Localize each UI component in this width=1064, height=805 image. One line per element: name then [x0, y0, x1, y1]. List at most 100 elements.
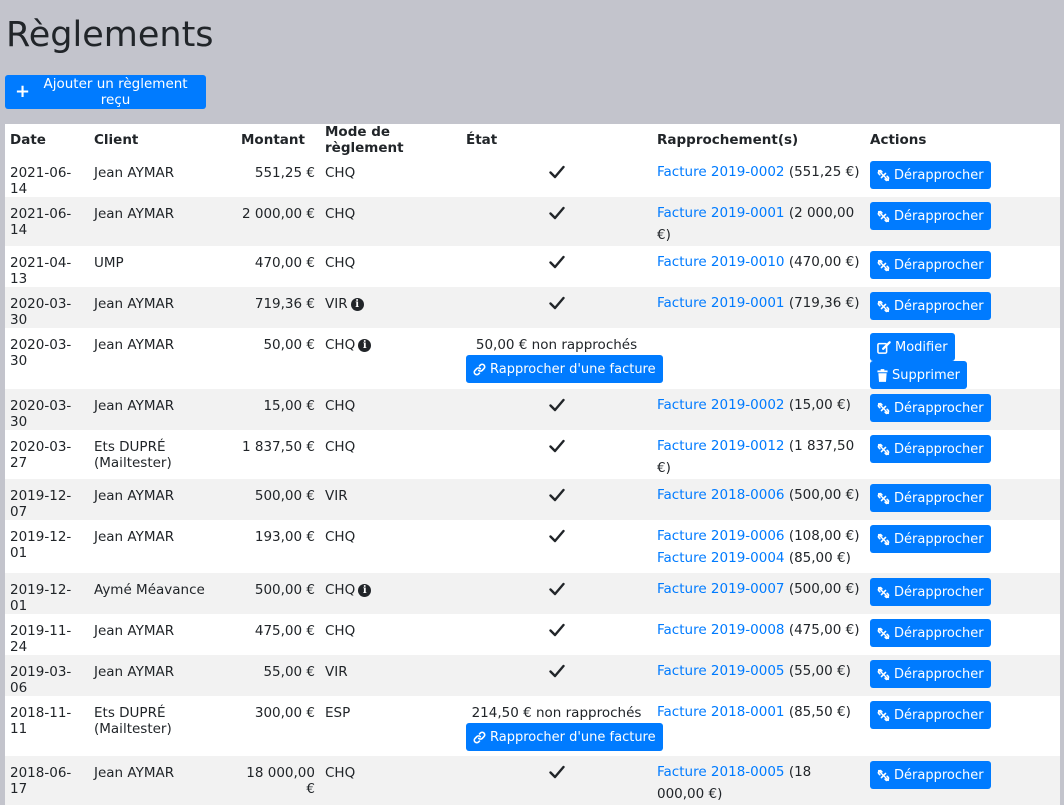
match-invoice-button[interactable]: Rapprocher d'une facture: [466, 355, 663, 383]
unmatch-button[interactable]: Dérapprocher: [870, 701, 991, 729]
invoice-link[interactable]: Facture 2019-0006: [657, 528, 785, 544]
invoice-link[interactable]: Facture 2019-0002: [657, 164, 785, 180]
payment-amount: 50,00 €: [263, 337, 315, 353]
invoice-link[interactable]: Facture 2019-0007: [657, 581, 785, 597]
invoice-link[interactable]: Facture 2019-0004: [657, 550, 785, 566]
payment-mode: CHQ: [325, 439, 356, 455]
invoice-link[interactable]: Facture 2019-0012: [657, 438, 785, 454]
unmatch-button[interactable]: Dérapprocher: [870, 202, 991, 230]
unlink-icon: [877, 627, 890, 640]
date-cell: 2019-12-07: [5, 479, 89, 520]
check-icon: [548, 296, 565, 314]
add-payment-button[interactable]: + Ajouter un règlement reçu: [5, 75, 206, 109]
col-header-client[interactable]: Client: [89, 124, 236, 156]
client-name: Jean AYMAR: [94, 337, 175, 353]
actions-cell: Dérapprocher: [865, 389, 1060, 430]
unmatch-button[interactable]: Dérapprocher: [870, 525, 991, 553]
amount-cell: 719,36 €: [236, 287, 320, 328]
col-header-montant[interactable]: Montant: [236, 124, 320, 156]
payment-date: 2021-06-14: [10, 206, 72, 238]
reconciliation-cell: Facture 2019-0002 (551,25 €): [652, 156, 865, 197]
unmatch-button[interactable]: Dérapprocher: [870, 761, 991, 789]
date-cell: 2021-06-14: [5, 156, 89, 197]
col-header-date[interactable]: Date: [5, 124, 89, 156]
payment-date: 2019-12-01: [10, 582, 72, 614]
col-header-rapprochements: Rapprochement(s): [652, 124, 865, 156]
unmatch-button[interactable]: Dérapprocher: [870, 251, 991, 279]
amount-cell: 475,00 €: [236, 614, 320, 655]
check-icon: [548, 664, 565, 682]
unmatch-button[interactable]: Dérapprocher: [870, 660, 991, 688]
payment-amount: 300,00 €: [254, 705, 315, 721]
check-icon: [548, 165, 565, 183]
client-name: Jean AYMAR: [94, 664, 175, 680]
info-circle-icon[interactable]: i: [358, 339, 372, 352]
client-name: Jean AYMAR: [94, 623, 175, 639]
invoice-amount: (470,00 €): [788, 254, 860, 270]
unlink-icon: [877, 586, 890, 599]
unmatch-button[interactable]: Dérapprocher: [870, 292, 991, 320]
reconciliation-cell: Facture 2019-0005 (55,00 €): [652, 655, 865, 696]
check-icon: [548, 623, 565, 641]
info-circle-icon[interactable]: i: [350, 298, 364, 311]
invoice-link[interactable]: Facture 2019-0001: [657, 205, 785, 221]
mode-cell: CHQ: [320, 197, 461, 246]
invoice-link[interactable]: Facture 2018-0006: [657, 487, 785, 503]
table-row: 2021-04-13 UMP 470,00 € CHQ Facture 2019-001…: [5, 246, 1060, 287]
unlink-icon: [877, 402, 890, 415]
actions-cell: Dérapprocher: [865, 287, 1060, 328]
delete-button[interactable]: Supprimer: [870, 361, 967, 389]
info-circle-icon[interactable]: i: [358, 584, 372, 597]
actions-cell: Dérapprocher: [865, 197, 1060, 246]
state-cell: [461, 246, 652, 287]
col-header-etat[interactable]: État: [461, 124, 652, 156]
state-cell: [461, 573, 652, 614]
match-invoice-button[interactable]: Rapprocher d'une facture: [466, 723, 663, 751]
table-row: 2021-06-14 Jean AYMAR 551,25 € CHQ Facture 2…: [5, 156, 1060, 197]
actions-cell: Dérapprocher: [865, 573, 1060, 614]
unmatch-button[interactable]: Dérapprocher: [870, 435, 991, 463]
invoice-link[interactable]: Facture 2019-0008: [657, 622, 785, 638]
client-name: UMP: [94, 255, 124, 271]
unlink-icon: [877, 492, 890, 505]
unlink-icon: [877, 668, 890, 681]
match-invoice-button-label: Rapprocher d'une facture: [490, 729, 656, 745]
reconciliation-entry: Facture 2019-0002 (551,25 €): [657, 161, 860, 183]
unmatch-button-label: Dérapprocher: [894, 584, 984, 600]
state-cell: [461, 389, 652, 430]
state-cell: [461, 156, 652, 197]
unmatch-button[interactable]: Dérapprocher: [870, 578, 991, 606]
unlink-icon: [877, 769, 890, 782]
unmatch-button[interactable]: Dérapprocher: [870, 394, 991, 422]
invoice-link[interactable]: Facture 2018-0005: [657, 764, 785, 780]
client-name: Jean AYMAR: [94, 529, 175, 545]
client-name: Ets DUPRÉ (Mailtester): [94, 439, 172, 471]
table-row: 2020-03-27 Ets DUPRÉ (Mailtester) 1 837,50…: [5, 430, 1060, 479]
payment-date: 2021-04-13: [10, 255, 72, 287]
edit-button[interactable]: Modifier: [870, 333, 955, 361]
client-name: Jean AYMAR: [94, 488, 175, 504]
table-header-row: Date Client Montant Mode de règlement Ét…: [5, 124, 1060, 156]
invoice-link[interactable]: Facture 2018-0001: [657, 704, 785, 720]
client-name: Aymé Méavance: [94, 582, 205, 598]
payment-mode: VIR: [325, 664, 348, 680]
unmatch-button[interactable]: Dérapprocher: [870, 161, 991, 189]
invoice-link[interactable]: Facture 2019-0005: [657, 663, 785, 679]
invoice-link[interactable]: Facture 2019-0001: [657, 295, 785, 311]
reconciliation-cell: Facture 2018-0005 (18 000,00 €): [652, 756, 865, 805]
unmatch-button-label: Dérapprocher: [894, 707, 984, 723]
unmatch-button-label: Dérapprocher: [894, 298, 984, 314]
payment-amount: 55,00 €: [263, 664, 315, 680]
unmatch-button[interactable]: Dérapprocher: [870, 619, 991, 647]
amount-cell: 1 837,50 €: [236, 430, 320, 479]
actions-cell: Dérapprocher: [865, 655, 1060, 696]
state-cell: [461, 287, 652, 328]
invoice-link[interactable]: Facture 2019-0002: [657, 397, 785, 413]
unmatch-button[interactable]: Dérapprocher: [870, 484, 991, 512]
invoice-amount: (85,50 €): [788, 704, 851, 720]
col-header-mode[interactable]: Mode de règlement: [320, 124, 461, 156]
check-icon: [548, 439, 565, 457]
link-icon: [473, 363, 486, 376]
invoice-link[interactable]: Facture 2019-0010: [657, 254, 785, 270]
amount-cell: 470,00 €: [236, 246, 320, 287]
